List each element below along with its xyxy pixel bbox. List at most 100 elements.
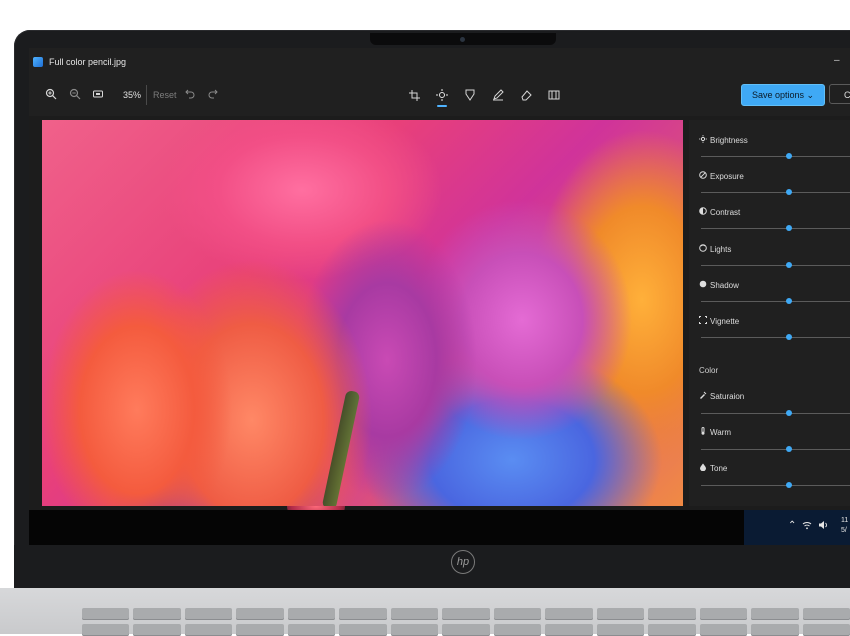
adjust-brightness-icon[interactable]	[433, 86, 451, 107]
system-tray: ⌃ 11 5/	[744, 510, 850, 545]
slider-thumb[interactable]	[786, 410, 792, 416]
slider-thumb[interactable]	[786, 298, 792, 304]
adjustment-label-exposure: Exposure	[699, 170, 744, 182]
zoom-level[interactable]: 35%	[123, 88, 141, 102]
slider-exposure[interactable]	[701, 189, 850, 195]
adjustment-name: Tone	[710, 463, 728, 473]
zoom-out-icon[interactable]	[69, 88, 81, 102]
tone-icon	[699, 463, 707, 473]
lights-icon	[699, 244, 707, 254]
zoom-in-icon[interactable]	[45, 88, 57, 102]
adjustment-name: Lights	[710, 244, 732, 254]
taskbar	[29, 510, 850, 545]
keyboard-key	[133, 608, 181, 620]
undo-icon[interactable]	[185, 88, 196, 102]
clock[interactable]: 11 5/	[841, 516, 848, 536]
adjustment-label-contrast: Contrast	[699, 206, 740, 218]
save-options-label: Save options	[751, 90, 804, 100]
adjustment-name: Vignette	[710, 316, 740, 326]
saturation-icon	[699, 391, 707, 401]
slider-vignette[interactable]	[701, 334, 850, 340]
slider-thumb[interactable]	[786, 446, 792, 452]
redo-icon[interactable]	[207, 88, 218, 102]
keyboard-key	[596, 608, 645, 620]
keyboard-key	[596, 624, 645, 636]
save-options-button[interactable]: Save options ⌄	[741, 84, 825, 106]
adjustment-name: Warm	[710, 427, 732, 437]
adjustment-label-saturaion: Saturaion	[699, 390, 744, 402]
title-bar: Full color pencil.jpg –	[29, 48, 850, 76]
exposure-icon	[699, 171, 707, 181]
keyboard-key	[390, 608, 439, 620]
keyboard-key	[236, 624, 284, 636]
adjustment-label-warm: Warm	[699, 426, 731, 438]
clock-time: 11	[841, 517, 849, 524]
keyboard-key	[648, 624, 696, 636]
slider-tone[interactable]	[701, 482, 850, 488]
clock-date: 5/	[841, 527, 847, 534]
slider-warm[interactable]	[701, 446, 850, 452]
chevron-up-icon[interactable]: ⌃	[788, 520, 796, 531]
contrast-icon	[699, 207, 707, 217]
slider-contrast[interactable]	[701, 225, 850, 231]
minimize-button[interactable]: –	[834, 55, 840, 66]
markup-pen-icon[interactable]	[489, 86, 507, 104]
keyboard-key	[82, 608, 130, 620]
slider-thumb[interactable]	[786, 262, 792, 268]
keyboard-key	[339, 624, 387, 636]
slider-thumb[interactable]	[786, 153, 792, 159]
brightness-icon	[699, 135, 707, 145]
slider-thumb[interactable]	[786, 189, 792, 195]
screen: Full color pencil.jpg – 35% Reset Save o…	[29, 48, 850, 545]
keyboard-key	[287, 624, 336, 636]
toolbar-divider	[146, 85, 147, 105]
slider-brightness[interactable]	[701, 153, 850, 159]
background-icon[interactable]	[545, 86, 563, 104]
keyboard-key	[390, 624, 439, 636]
adjustment-label-vignette: Vignette	[699, 315, 739, 327]
shadow-icon	[699, 280, 707, 290]
adjustments-panel: Brightness Exposure Contrast Lights Shadow Vi…	[689, 120, 850, 506]
keyboard-key	[442, 608, 490, 620]
keyboard-key	[493, 608, 542, 620]
keyboard-key	[339, 608, 387, 620]
photos-app-icon	[33, 57, 43, 67]
adjustment-name: Contrast	[710, 207, 741, 217]
keyboard-key	[133, 624, 181, 636]
fit-to-window-icon[interactable]	[92, 88, 104, 102]
slider-thumb[interactable]	[786, 334, 792, 340]
keyboard-key	[82, 624, 130, 636]
wifi-icon[interactable]	[802, 520, 812, 533]
slider-shadow[interactable]	[701, 298, 850, 304]
key-row	[82, 624, 850, 636]
speaker-icon[interactable]	[818, 520, 829, 533]
vignette-icon	[699, 316, 707, 326]
keyboard-key	[751, 624, 799, 636]
adjustment-label-shadow: Shadow	[699, 279, 739, 291]
slider-thumb[interactable]	[786, 482, 792, 488]
keyboard-key	[648, 608, 696, 620]
keyboard-key	[545, 624, 593, 636]
secondary-button[interactable]: C	[829, 84, 850, 104]
keyboard-key	[184, 608, 233, 620]
slider-saturaion[interactable]	[701, 410, 850, 416]
keyboard-key	[236, 608, 284, 620]
color-section-title: Color	[699, 366, 719, 375]
keyboard-key	[802, 624, 850, 636]
adjustment-name: Shadow	[710, 280, 739, 290]
slider-thumb[interactable]	[786, 225, 792, 231]
slider-lights[interactable]	[701, 262, 850, 268]
chevron-down-icon: ⌄	[806, 90, 815, 100]
bezel-chin	[14, 545, 850, 590]
photo-canvas[interactable]	[42, 120, 683, 506]
webcam	[460, 37, 465, 42]
filter-icon[interactable]	[461, 86, 479, 104]
adjustment-name: Brightness	[710, 135, 748, 145]
crop-icon[interactable]	[405, 86, 423, 104]
keyboard-key	[287, 608, 336, 620]
erase-icon[interactable]	[517, 86, 535, 104]
reset-button[interactable]: Reset	[153, 88, 177, 102]
keyboard-key	[545, 608, 593, 620]
keyboard-key	[802, 608, 850, 620]
adjustment-label-brightness: Brightness	[699, 134, 748, 146]
